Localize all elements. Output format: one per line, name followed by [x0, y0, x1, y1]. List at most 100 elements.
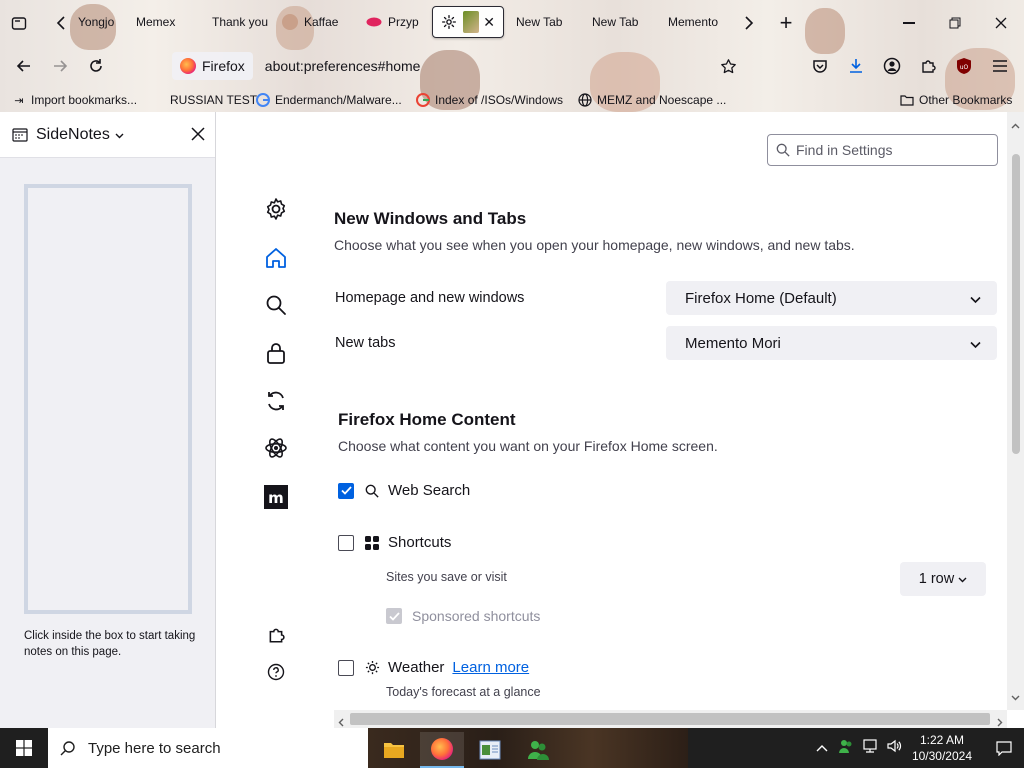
scroll-tabs-right-button[interactable] — [740, 12, 758, 34]
notifications-button[interactable] — [984, 728, 1024, 768]
reload-button[interactable] — [84, 54, 108, 78]
new-tabs-select[interactable]: Memento Mori — [666, 326, 997, 360]
pocket-button[interactable] — [808, 54, 832, 78]
category-home[interactable] — [261, 243, 291, 273]
pocket-icon — [813, 60, 827, 73]
volume-icon[interactable] — [886, 738, 902, 759]
category-support[interactable] — [261, 657, 291, 687]
category-experiments[interactable] — [261, 433, 291, 463]
help-icon — [267, 663, 285, 681]
tab-kaffae[interactable]: Kaffae — [274, 6, 354, 38]
tab-label: Memento — [668, 15, 719, 29]
ublock-button[interactable]: uO — [952, 54, 976, 78]
vertical-scrollbar[interactable] — [1007, 112, 1024, 710]
menu-button[interactable] — [988, 54, 1012, 78]
identity-box[interactable]: Firefox — [172, 52, 253, 80]
tab-manager-button[interactable] — [8, 12, 30, 34]
sun-icon — [364, 660, 380, 676]
category-sync[interactable] — [261, 386, 291, 416]
url-text[interactable]: about:preferences#home — [265, 58, 421, 74]
bookmark-label: Import bookmarks... — [31, 93, 138, 107]
windows-taskbar: Type here to search 1:22 AM 10/30/2024 — [0, 728, 1024, 768]
bookmark-other[interactable]: Other Bookmarks — [900, 90, 1012, 110]
shortcut-rows-select[interactable]: 1 row — [900, 562, 986, 596]
bookmark-import[interactable]: ⇥ Import bookmarks... — [12, 90, 137, 110]
chevron-right-icon — [745, 16, 754, 30]
account-button[interactable] — [880, 54, 904, 78]
weather-checkbox[interactable] — [338, 659, 354, 676]
forward-button[interactable] — [48, 54, 72, 78]
puzzle-icon — [922, 60, 936, 73]
shortcuts-checkbox[interactable] — [338, 534, 354, 551]
close-window-button[interactable] — [988, 11, 1014, 35]
taskbar-messenger[interactable] — [516, 732, 560, 768]
vertical-scrollbar-thumb[interactable] — [1012, 154, 1020, 454]
tab-memex[interactable]: Memex — [128, 6, 200, 38]
firefox-icon — [180, 58, 196, 74]
rows-value: 1 row — [918, 571, 955, 587]
tab-new-tab-2[interactable]: New Tab — [584, 6, 654, 38]
network-icon[interactable] — [862, 738, 878, 759]
extensions-button[interactable] — [916, 54, 940, 78]
note-textarea[interactable] — [24, 184, 192, 614]
bookmark-index-isos[interactable]: Index of /ISOs/Windows — [416, 90, 563, 110]
close-icon — [191, 127, 205, 141]
chevron-down-icon[interactable] — [115, 126, 124, 144]
taskbar-file-explorer[interactable] — [372, 732, 416, 768]
tab-thank-you[interactable]: Thank you — [204, 6, 274, 38]
taskbar-clock[interactable]: 1:22 AM 10/30/2024 — [912, 732, 972, 764]
tab-label: Przyp — [388, 15, 419, 29]
find-in-settings[interactable] — [767, 134, 998, 166]
home-content-heading: Firefox Home Content — [338, 410, 516, 429]
horizontal-scrollbar-thumb[interactable] — [350, 713, 990, 725]
mozilla-icon: m — [264, 485, 288, 509]
tab-settings[interactable]: ✕ — [432, 6, 504, 38]
category-search[interactable] — [261, 290, 291, 320]
find-in-settings-input[interactable] — [796, 142, 976, 158]
tray-people-icon[interactable] — [838, 738, 854, 759]
homepage-select[interactable]: Firefox Home (Default) — [666, 281, 997, 315]
category-privacy[interactable] — [261, 338, 291, 368]
horizontal-scrollbar[interactable] — [334, 710, 1007, 728]
tab-przyp[interactable]: Przyp — [358, 6, 430, 38]
category-mozilla[interactable]: m — [261, 482, 291, 512]
restore-button[interactable] — [942, 11, 968, 35]
close-tab-icon[interactable]: ✕ — [483, 14, 495, 31]
weather-learn-more-link[interactable]: Learn more — [452, 659, 529, 676]
scroll-down-arrow-icon[interactable] — [1011, 688, 1020, 706]
new-tab-button[interactable]: + — [774, 10, 798, 35]
back-button[interactable] — [12, 54, 36, 78]
web-search-checkbox[interactable] — [338, 482, 354, 499]
star-icon — [720, 58, 736, 73]
url-bar[interactable]: Firefox about:preferences#home — [172, 52, 752, 80]
minimize-button[interactable] — [896, 11, 922, 35]
bookmark-memz[interactable]: MEMZ and Noescape ... — [578, 90, 726, 110]
chevron-up-icon[interactable] — [816, 739, 828, 757]
start-button[interactable] — [0, 728, 48, 768]
tab-memento[interactable]: Memento — [660, 6, 736, 38]
scroll-up-arrow-icon[interactable] — [1011, 116, 1020, 134]
taskbar-firefox[interactable] — [420, 732, 464, 768]
svg-text:m: m — [268, 489, 284, 507]
downloads-button[interactable] — [844, 54, 868, 78]
sidebar-title[interactable]: SideNotes — [36, 126, 110, 144]
tab-new-tab-1[interactable]: New Tab — [508, 6, 582, 38]
kaffae-tab-icon — [282, 14, 298, 30]
taskbar-search[interactable]: Type here to search — [48, 728, 368, 768]
homepage-select-value: Firefox Home (Default) — [685, 289, 837, 307]
identity-label: Firefox — [202, 58, 245, 74]
homepage-label: Homepage and new windows — [335, 290, 525, 306]
bookmark-label: RUSSIAN TEST — [170, 93, 258, 107]
taskbar-app-window[interactable] — [468, 732, 512, 768]
category-extensions[interactable] — [261, 620, 291, 650]
new-tabs-label: New tabs — [335, 335, 396, 351]
tab-yongjo[interactable]: Yongjo — [70, 6, 130, 38]
bookmark-star-button[interactable] — [716, 54, 740, 78]
category-general[interactable] — [261, 194, 291, 224]
close-sidebar-button[interactable] — [191, 125, 205, 145]
bookmark-endermanch[interactable]: Endermanch/Malware... — [256, 90, 402, 110]
bookmark-russian-test[interactable]: RUSSIAN TEST — [170, 90, 257, 110]
preferences-page: m New Windows and Tabs Choose what you s… — [217, 112, 1007, 710]
scroll-tabs-left-button[interactable] — [52, 12, 70, 34]
sponsored-shortcuts-checkbox[interactable] — [386, 608, 402, 624]
